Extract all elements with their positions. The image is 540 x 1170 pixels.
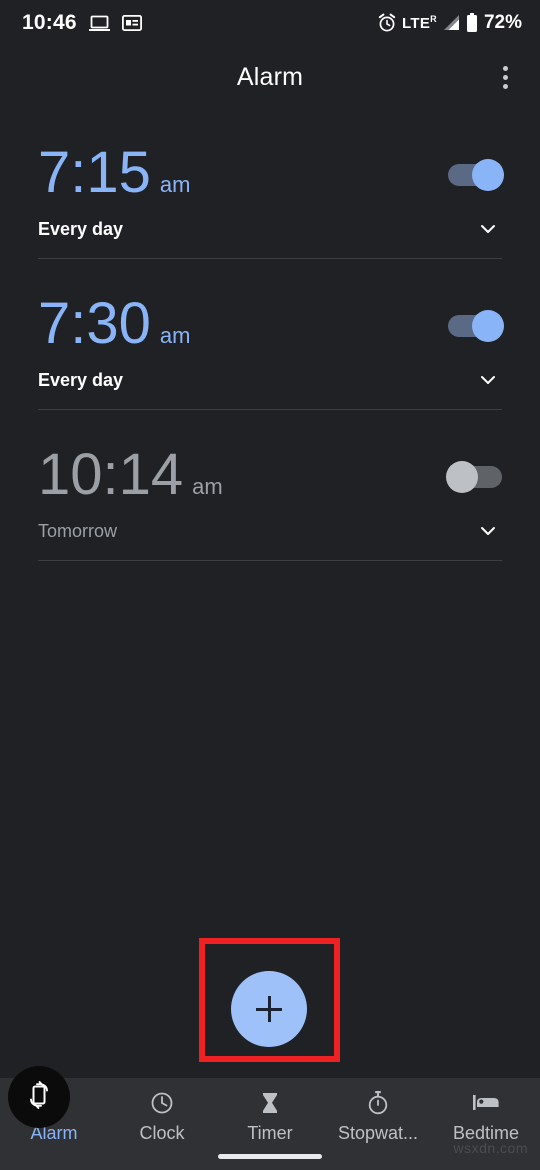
alarm-time-row: 10:14 am (38, 428, 502, 504)
alarm-time-row: 7:30 am (38, 277, 504, 353)
alarm-time-meridiem: am (159, 172, 191, 197)
signal-bars-icon (442, 14, 461, 32)
status-bar-right: LTER 72% (377, 12, 522, 34)
fab-area (0, 938, 540, 1064)
screen-rotation-icon (25, 1080, 53, 1114)
chevron-down-icon[interactable] (474, 215, 502, 243)
alarm-time[interactable]: 7:15 am (38, 144, 190, 202)
battery-percent-label: 72% (483, 12, 522, 33)
status-bar: 10:46 LTER 72% (0, 0, 540, 46)
laptop-icon (88, 15, 110, 32)
alarm-time-meridiem: am (192, 474, 223, 499)
chevron-down-icon[interactable] (474, 366, 502, 394)
alarm-item[interactable]: 10:14 am Tomorrow (38, 410, 502, 561)
alarm-time-value: 10:14 (38, 442, 184, 507)
alarm-schedule-row: Every day (38, 202, 502, 256)
status-bar-clock: 10:46 (22, 11, 77, 34)
alarm-schedule-label: Every day (38, 369, 124, 390)
clock-icon (149, 1090, 175, 1116)
alarm-schedule-label: Every day (38, 218, 124, 239)
alarm-schedule-row: Tomorrow (38, 504, 502, 558)
alarm-item[interactable]: 7:30 am Every day (38, 259, 504, 410)
stopwatch-icon (365, 1090, 391, 1116)
alarm-toggle[interactable] (448, 159, 504, 191)
alarm-time-meridiem: am (159, 323, 191, 348)
battery-icon (466, 13, 478, 33)
nav-item-bedtime[interactable]: Bedtime (432, 1090, 540, 1144)
nav-item-timer[interactable]: Timer (216, 1090, 324, 1144)
status-bar-left: 10:46 (22, 11, 142, 35)
bottom-navigation: Alarm Clock Timer Stopwat... Bedtime wsx… (0, 1078, 540, 1170)
alarm-toggle[interactable] (448, 310, 504, 342)
watermark-text: wsxdn.com (453, 1140, 528, 1156)
alarm-clock-icon (377, 13, 397, 33)
nav-label-stopwatch: Stopwat... (337, 1123, 419, 1143)
alarm-list: 7:15 am Every day 7:30 am Every day 10:1… (0, 108, 540, 561)
alarm-time-row: 7:15 am (38, 126, 504, 202)
alarm-item[interactable]: 7:15 am Every day (38, 108, 504, 259)
alarm-schedule-row: Every day (38, 353, 502, 407)
hourglass-icon (257, 1090, 283, 1116)
nav-label-clock: Clock (139, 1123, 185, 1143)
alarm-time-value: 7:15 (38, 140, 151, 205)
add-alarm-fab[interactable] (231, 971, 307, 1047)
app-bar: Alarm (0, 46, 540, 108)
alarm-time[interactable]: 7:30 am (38, 295, 190, 353)
nav-item-clock[interactable]: Clock (108, 1090, 216, 1144)
screen-rotation-button[interactable] (8, 1066, 70, 1128)
bed-icon (472, 1090, 500, 1116)
list-divider (38, 560, 502, 561)
alarm-schedule-label: Tomorrow (38, 520, 118, 541)
nav-item-stopwatch[interactable]: Stopwat... (324, 1090, 432, 1144)
alarm-time-value: 7:30 (38, 291, 151, 356)
network-type-label: LTER (402, 14, 437, 32)
nav-label-timer: Timer (247, 1123, 293, 1143)
home-indicator (218, 1154, 322, 1159)
news-card-icon (121, 15, 142, 31)
alarm-toggle[interactable] (446, 461, 502, 493)
chevron-down-icon[interactable] (474, 517, 502, 545)
more-vertical-icon[interactable] (488, 60, 522, 94)
page-title: Alarm (236, 62, 304, 91)
alarm-time[interactable]: 10:14 am (38, 446, 223, 504)
